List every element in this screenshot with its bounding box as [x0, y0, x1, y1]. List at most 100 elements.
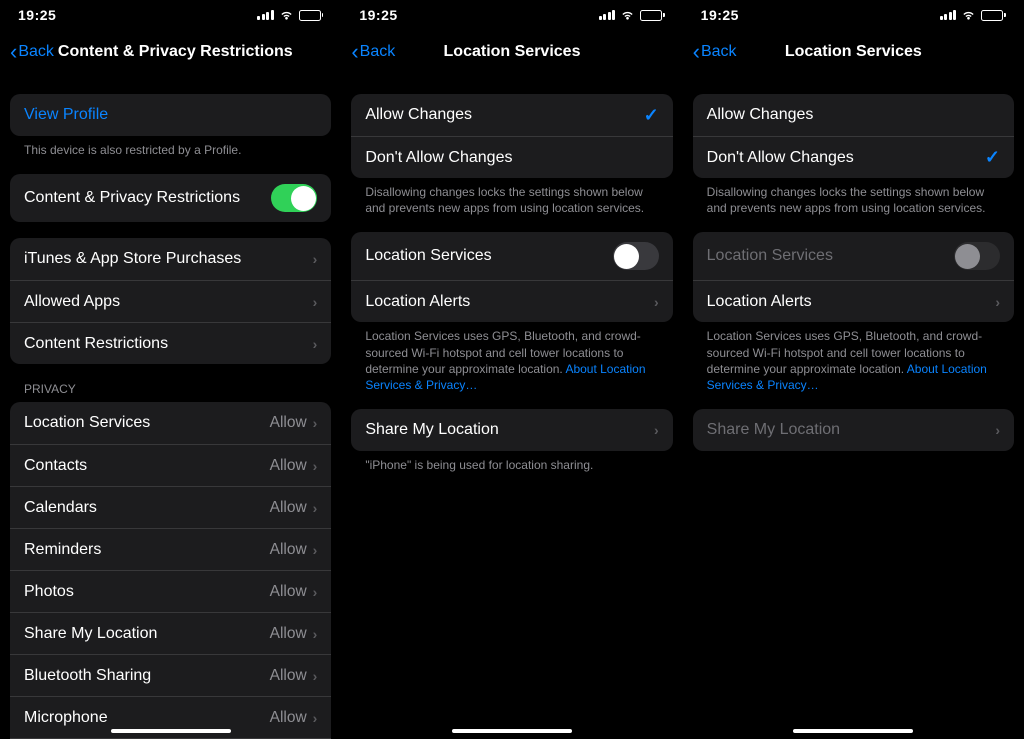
settings-row[interactable]: CalendarsAllow › [10, 486, 331, 528]
section-footer: Location Services uses GPS, Bluetooth, a… [351, 322, 672, 393]
settings-row[interactable]: Content Restrictions› [10, 322, 331, 364]
settings-row[interactable]: Location ServicesAllow › [10, 402, 331, 444]
row-label: Contacts [24, 457, 270, 475]
wifi-icon [620, 10, 635, 21]
settings-group: Allow Changes✓ Don't Allow Changes [351, 94, 672, 178]
wifi-icon [279, 10, 294, 21]
settings-group: Location Services Location Alerts› [693, 232, 1014, 322]
signal-icon [599, 10, 616, 20]
chevron-right-icon: › [313, 500, 318, 516]
settings-row[interactable]: Allow Changes [693, 94, 1014, 136]
back-label: Back [701, 43, 737, 61]
row-label: Allow Changes [365, 106, 643, 124]
settings-row[interactable]: Share My LocationAllow › [10, 612, 331, 654]
row-label: Allowed Apps [24, 293, 313, 311]
row-label: Don't Allow Changes [365, 149, 658, 167]
back-button[interactable]: ‹Back [10, 41, 54, 63]
checkmark-icon: ✓ [644, 105, 659, 126]
settings-row[interactable]: Location Alerts› [351, 280, 672, 322]
back-button[interactable]: ‹Back [351, 41, 395, 63]
page-title: Content & Privacy Restrictions [58, 43, 331, 61]
battery-icon [640, 10, 665, 21]
section-footer: Location Services uses GPS, Bluetooth, a… [693, 322, 1014, 393]
back-button[interactable]: ‹Back [693, 41, 737, 63]
row-label: iTunes & App Store Purchases [24, 250, 313, 268]
chevron-right-icon: › [995, 422, 1000, 438]
chevron-right-icon: › [313, 294, 318, 310]
screen-1: 19:25 ‹BackLocation ServicesAllow Change… [341, 0, 682, 739]
status-time: 19:25 [701, 7, 739, 23]
toggle-switch[interactable] [613, 242, 659, 270]
row-label: Allow Changes [707, 106, 1000, 124]
row-label: Location Alerts [365, 293, 654, 311]
row-label: Location Services [707, 247, 954, 265]
status-time: 19:25 [359, 7, 397, 23]
section-footer: Disallowing changes locks the settings s… [693, 178, 1014, 216]
row-value: Allow [270, 457, 307, 475]
status-bar: 19:25 [0, 0, 341, 30]
checkmark-icon: ✓ [985, 147, 1000, 168]
settings-group: iTunes & App Store Purchases›Allowed App… [10, 238, 331, 364]
settings-group: Share My Location› [351, 409, 672, 451]
row-label: Location Alerts [707, 293, 996, 311]
chevron-right-icon: › [654, 422, 659, 438]
back-label: Back [18, 43, 54, 61]
settings-row[interactable]: Share My Location› [351, 409, 672, 451]
row-label: Calendars [24, 499, 270, 517]
status-indicators [940, 10, 1006, 21]
settings-row[interactable]: Location Services [351, 232, 672, 280]
settings-row[interactable]: Allow Changes✓ [351, 94, 672, 136]
nav-bar: ‹BackLocation Services [683, 30, 1024, 74]
settings-row[interactable]: RemindersAllow› [10, 528, 331, 570]
chevron-right-icon: › [313, 336, 318, 352]
nav-bar: ‹BackLocation Services [341, 30, 682, 74]
row-value: Allow [270, 499, 307, 517]
chevron-right-icon: › [995, 294, 1000, 310]
toggle-switch[interactable] [271, 184, 317, 212]
home-indicator[interactable] [452, 729, 572, 734]
status-bar: 19:25 [341, 0, 682, 30]
wifi-icon [961, 10, 976, 21]
row-label: Location Services [365, 247, 612, 265]
settings-row[interactable]: Don't Allow Changes✓ [693, 136, 1014, 178]
screen-2: 19:25 ‹BackLocation ServicesAllow Change… [683, 0, 1024, 739]
row-label: Share My Location [24, 625, 270, 643]
chevron-right-icon: › [313, 710, 318, 726]
section-footer: This device is also restricted by a Prof… [10, 136, 331, 158]
status-bar: 19:25 [683, 0, 1024, 30]
content: View ProfileThis device is also restrict… [0, 74, 341, 739]
settings-row: Location Services [693, 232, 1014, 280]
chevron-left-icon: ‹ [351, 41, 358, 63]
toggle-switch [954, 242, 1000, 270]
row-value: Allow [270, 709, 307, 727]
row-label: Location Services [24, 414, 270, 432]
settings-row[interactable]: Don't Allow Changes [351, 136, 672, 178]
row-label: Content Restrictions [24, 335, 313, 353]
row-label: Microphone [24, 709, 270, 727]
settings-row[interactable]: Location Alerts› [693, 280, 1014, 322]
settings-group: Location ServicesAllow›ContactsAllow›Cal… [10, 402, 331, 739]
row-value: Allow [270, 414, 307, 432]
settings-row[interactable]: Allowed Apps› [10, 280, 331, 322]
home-indicator[interactable] [111, 729, 231, 734]
battery-icon [299, 10, 324, 21]
chevron-right-icon: › [313, 458, 318, 474]
row-value: Allow [270, 625, 307, 643]
chevron-right-icon: › [313, 626, 318, 642]
chevron-left-icon: ‹ [10, 41, 17, 63]
content: Allow Changes Don't Allow Changes✓Disallo… [683, 74, 1024, 739]
settings-row[interactable]: iTunes & App Store Purchases› [10, 238, 331, 280]
section-footer: Disallowing changes locks the settings s… [351, 178, 672, 216]
settings-group: View Profile [10, 94, 331, 136]
chevron-right-icon: › [313, 542, 318, 558]
chevron-right-icon: › [313, 415, 318, 431]
settings-row[interactable]: Bluetooth SharingAllow› [10, 654, 331, 696]
status-time: 19:25 [18, 7, 56, 23]
signal-icon [940, 10, 957, 20]
settings-row[interactable]: Content & Privacy Restrictions [10, 174, 331, 222]
settings-row[interactable]: ContactsAllow › [10, 444, 331, 486]
settings-row[interactable]: View Profile [10, 94, 331, 136]
settings-row[interactable]: PhotosAllow› [10, 570, 331, 612]
row-label: Content & Privacy Restrictions [24, 189, 271, 207]
home-indicator[interactable] [793, 729, 913, 734]
